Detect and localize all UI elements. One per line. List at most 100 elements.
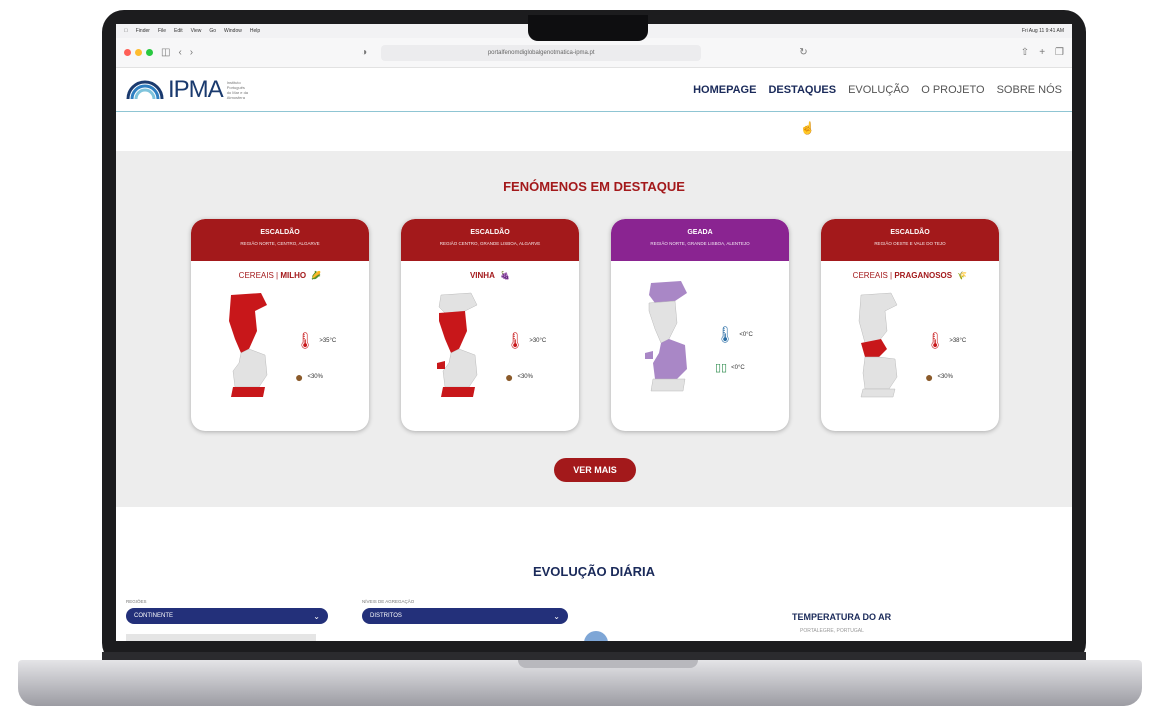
niveis-value: DISTRITOS — [370, 613, 402, 619]
grass-value: <0°C — [731, 364, 745, 371]
dry-seeds-icon: ● — [295, 369, 304, 385]
minimize-button[interactable] — [135, 49, 142, 56]
share-icon[interactable]: ⇧ — [1021, 47, 1029, 58]
back-icon[interactable]: ‹ — [178, 47, 181, 58]
logo-text: IPMA — [168, 75, 224, 103]
hand-cursor-icon: ☝ — [800, 121, 815, 135]
window-controls — [124, 49, 153, 56]
temp-indicator: 🌡 >35°C — [295, 331, 336, 351]
chevron-down-icon: ⌄ — [553, 611, 560, 621]
dry-seeds-icon: ● — [505, 369, 514, 385]
card-title: GEADA — [687, 229, 713, 236]
url-text: portalfenomdiglobalgenotmatica-ipma.pt — [487, 49, 595, 56]
temp-value: <0°C — [739, 332, 753, 338]
thermometer-hot-icon: 🌡 — [295, 333, 316, 350]
temp-indicator: 🌡 >38°C — [925, 331, 966, 351]
thermometer-cold-icon: 🌡 — [715, 327, 736, 344]
regioes-value: CONTINENTE — [134, 613, 173, 619]
zoom-button[interactable] — [146, 49, 153, 56]
humidity-value: <30% — [307, 374, 323, 380]
reload-icon[interactable]: ↻ — [799, 47, 807, 58]
regioes-label: REGIÕES — [126, 599, 147, 604]
menubar-clock: Fri Aug 11 9:41 AM — [1021, 28, 1064, 34]
new-tab-icon[interactable]: + — [1039, 47, 1045, 58]
main-nav: HOMEPAGE DESTAQUES EVOLUÇÃO O PROJETO SO… — [693, 84, 1062, 96]
section-title: FENÓMENOS EM DESTAQUE — [503, 179, 685, 194]
phenomenon-card[interactable]: ESCALDÃO REGIÃO NORTE, CENTRO, ALGARVE C… — [191, 219, 369, 431]
card-header: GEADA REGIÃO NORTE, GRANDE LISBOA, ALENT… — [611, 219, 789, 261]
portugal-map — [645, 281, 687, 392]
ipma-logo[interactable]: IPMA Instituto Português do Mar e da Atm… — [126, 76, 249, 104]
camera-notch — [528, 15, 648, 41]
nav-destaques[interactable]: DESTAQUES — [768, 84, 836, 96]
phenomenon-card[interactable]: ESCALDÃO REGIÃO OESTE E VALE DO TEJO CER… — [821, 219, 999, 431]
menu-item[interactable]: Edit — [174, 28, 183, 34]
crop-detail: MILHO — [280, 271, 307, 280]
temp-value: >30°C — [529, 338, 547, 344]
trackpad-lip — [518, 660, 698, 668]
humidity-indicator: ● <30% — [505, 369, 533, 385]
corn-icon: 🌽 — [311, 271, 322, 280]
forward-icon[interactable]: › — [190, 47, 193, 58]
niveis-label: NÍVEIS DE AGREGAÇÃO — [362, 599, 415, 604]
card-title: ESCALDÃO — [890, 229, 930, 236]
chevron-down-icon: ⌄ — [313, 611, 320, 621]
wheat-icon: 🌾 — [957, 271, 968, 280]
crop-label: CEREAIS — [852, 271, 888, 280]
tab-overview-icon[interactable]: ❐ — [1055, 47, 1064, 58]
card-region: REGIÃO NORTE, CENTRO, ALGARVE — [240, 241, 320, 246]
temp-value: >35°C — [319, 338, 337, 344]
card-title: ESCALDÃO — [260, 229, 300, 236]
rainbow-logo-icon — [126, 80, 164, 99]
apple-icon[interactable]:  — [124, 28, 128, 34]
niveis-select[interactable]: DISTRITOS ⌄ — [362, 608, 568, 624]
humidity-indicator: ● <30% — [295, 369, 323, 385]
portugal-map — [858, 292, 898, 398]
map-marker[interactable] — [584, 631, 608, 641]
laptop-base — [18, 660, 1142, 706]
menu-item[interactable]: Help — [250, 28, 260, 34]
menu-item[interactable]: File — [158, 28, 166, 34]
menu-item[interactable]: View — [191, 28, 202, 34]
humidity-value: <30% — [517, 374, 533, 380]
grapes-icon: 🍇 — [500, 271, 511, 280]
grass-icon: ▯▯ — [715, 362, 728, 374]
card-header: ESCALDÃO REGIÃO NORTE, CENTRO, ALGARVE — [191, 219, 369, 261]
screen:  Finder File Edit View Go Window Help F… — [116, 24, 1072, 641]
address-bar[interactable]: portalfenomdiglobalgenotmatica-ipma.pt — [381, 44, 702, 61]
menu-item[interactable]: Window — [224, 28, 242, 34]
temp-chart-subtitle: PORTALEGRE, PORTUGAL — [800, 628, 864, 634]
phenomenon-card[interactable]: ESCALDÃO REGIÃO CENTRO, GRANDE LISBOA, A… — [401, 219, 579, 431]
browser-toolbar: ◫ ‹ › ◑ portalfenomdiglobalgenotmatica-i… — [116, 38, 1072, 68]
thermometer-hot-icon: 🌡 — [505, 333, 526, 350]
temp-value: >38°C — [949, 338, 967, 344]
temp-chart-title: TEMPERATURA DO AR — [792, 612, 892, 622]
card-region: REGIÃO NORTE, GRANDE LISBOA, ALENTEJO — [650, 241, 750, 246]
card-region: REGIÃO CENTRO, GRANDE LISBOA, ALGARVE — [439, 241, 541, 246]
phenomenon-card[interactable]: GEADA REGIÃO NORTE, GRANDE LISBOA, ALENT… — [611, 219, 789, 431]
close-button[interactable] — [124, 49, 131, 56]
menu-item[interactable]: Finder — [136, 28, 150, 34]
sidebar-icon[interactable]: ◫ — [161, 47, 170, 58]
nav-evolucao[interactable]: EVOLUÇÃO — [848, 84, 909, 96]
temp-indicator: 🌡 >30°C — [505, 331, 546, 351]
dry-seeds-icon: ● — [925, 369, 934, 385]
temp-indicator: 🌡 <0°C — [715, 325, 753, 345]
laptop-mockup:  Finder File Edit View Go Window Help F… — [0, 0, 1158, 713]
card-crop: CEREAIS | MILHO 🌽 — [238, 271, 322, 280]
card-header: ESCALDÃO REGIÃO CENTRO, GRANDE LISBOA, A… — [401, 219, 579, 261]
regioes-select[interactable]: CONTINENTE ⌄ — [126, 608, 328, 624]
crop-label: CEREAIS — [238, 271, 274, 280]
privacy-shield-icon[interactable]: ◑ — [361, 47, 367, 58]
nav-homepage[interactable]: HOMEPAGE — [693, 84, 756, 96]
menu-item[interactable]: Go — [209, 28, 216, 34]
card-region: REGIÃO OESTE E VALE DO TEJO — [874, 241, 946, 246]
grass-indicator: ▯▯ <0°C — [715, 361, 745, 374]
nav-sobre-nos[interactable]: SOBRE NÓS — [997, 84, 1062, 96]
portugal-map — [229, 293, 268, 397]
card-crop: CEREAIS | PRAGANOSOS 🌾 — [852, 271, 968, 280]
ver-mais-button[interactable]: VER MAIS — [554, 458, 636, 482]
card-header: ESCALDÃO REGIÃO OESTE E VALE DO TEJO — [821, 219, 999, 261]
nav-o-projeto[interactable]: O PROJETO — [921, 84, 984, 96]
portugal-map — [437, 292, 478, 397]
